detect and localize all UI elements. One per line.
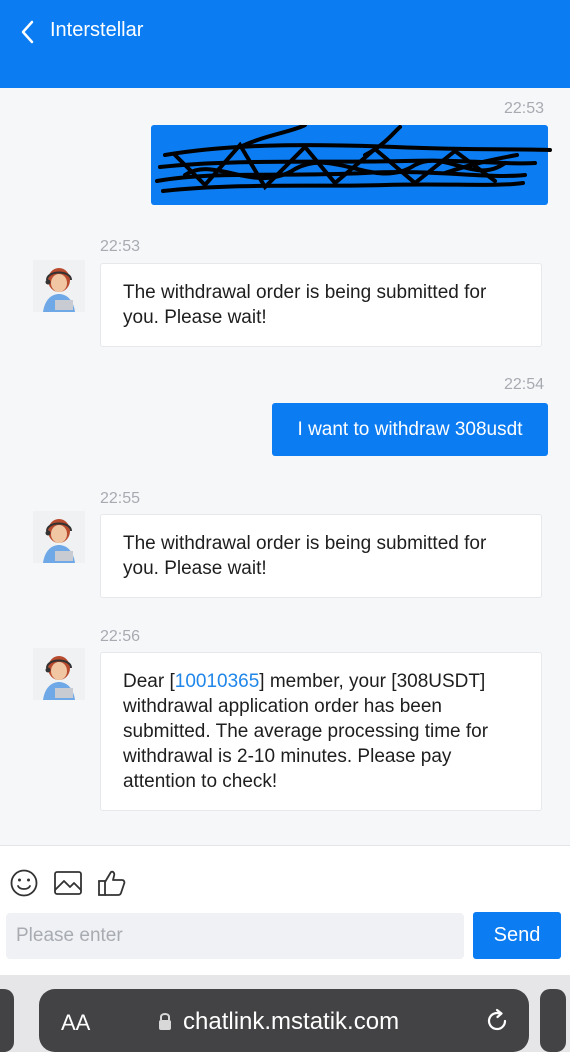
emoji-icon[interactable] <box>9 868 39 898</box>
reload-icon[interactable] <box>484 1008 510 1034</box>
image-icon[interactable] <box>53 868 83 898</box>
message-time: 22:54 <box>504 376 545 393</box>
previous-tab[interactable] <box>0 989 14 1052</box>
member-id-link[interactable]: 10010365 <box>175 671 260 692</box>
agent-avatar-icon <box>33 260 85 312</box>
scribble-redaction <box>155 125 552 193</box>
message-text: Dear [ <box>123 671 175 692</box>
support-avatar <box>33 260 85 312</box>
agent-avatar-icon <box>33 648 85 700</box>
message-list[interactable]: 22:53 22:53 The withdrawal order is bein… <box>0 88 570 845</box>
incoming-message: Dear [10010365] member, your [308USDT] w… <box>100 652 542 811</box>
agent-avatar-icon <box>33 511 85 563</box>
thumbs-up-icon[interactable] <box>97 868 127 898</box>
outgoing-message-redacted <box>151 125 552 205</box>
url-field[interactable]: AA chatlink.mstatik.com <box>39 989 529 1052</box>
support-avatar <box>33 511 85 563</box>
composer: Send <box>0 845 570 976</box>
text-size-button[interactable]: AA <box>61 1010 90 1036</box>
incoming-message: The withdrawal order is being submitted … <box>100 514 542 598</box>
chat-header: Interstellar <box>0 0 570 88</box>
message-time: 22:55 <box>100 490 141 507</box>
back-chevron-icon[interactable] <box>18 20 38 44</box>
message-time: 22:56 <box>100 628 141 645</box>
message-time: 22:53 <box>100 238 141 255</box>
url-text: chatlink.mstatik.com <box>183 1008 400 1035</box>
send-button[interactable]: Send <box>473 912 561 959</box>
message-time: 22:53 <box>504 100 545 117</box>
next-tab[interactable] <box>540 989 566 1052</box>
incoming-message: The withdrawal order is being submitted … <box>100 263 542 347</box>
support-avatar <box>33 648 85 700</box>
chat-title: Interstellar <box>50 19 144 41</box>
outgoing-message: I want to withdraw 308usdt <box>272 403 548 456</box>
lock-icon <box>159 1013 171 1030</box>
message-input[interactable] <box>6 913 464 959</box>
browser-address-bar: AA chatlink.mstatik.com <box>0 975 570 1052</box>
